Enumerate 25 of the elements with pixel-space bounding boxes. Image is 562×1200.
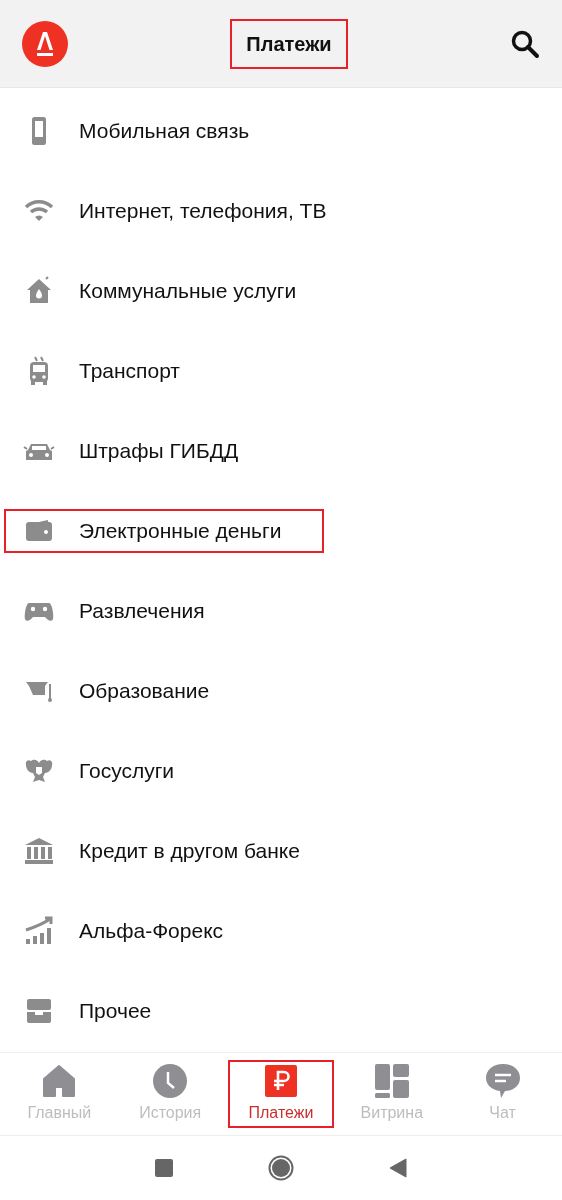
category-item[interactable]: Мобильная связь	[4, 109, 324, 153]
category-item[interactable]: Образование	[4, 669, 324, 713]
category-item[interactable]: Развлечения	[4, 589, 324, 633]
search-icon[interactable]	[510, 28, 540, 59]
bank-icon	[23, 835, 55, 867]
category-item[interactable]: Альфа-Форекс	[4, 909, 324, 953]
ruble-icon	[263, 1063, 299, 1099]
category-item[interactable]: Коммунальные услуги	[4, 269, 324, 313]
category-item[interactable]: Штрафы ГИБДД	[4, 429, 324, 473]
back-icon[interactable]	[389, 1158, 407, 1178]
tab-item[interactable]: Платежи	[228, 1060, 334, 1128]
page-title: Платежи	[230, 18, 348, 69]
category-item[interactable]: Интернет, телефония, ТВ	[4, 189, 324, 233]
logo-icon	[22, 20, 68, 67]
grid-icon	[373, 1063, 410, 1099]
home-icon	[41, 1063, 78, 1099]
home-icon[interactable]	[268, 1155, 294, 1181]
category-item[interactable]: Транспорт	[4, 349, 324, 393]
chat-bubble-icon	[484, 1063, 521, 1099]
clock-icon	[152, 1063, 189, 1099]
growth-chart-icon	[23, 915, 55, 947]
category-item[interactable]: Кредит в другом банке	[4, 829, 324, 873]
category-item[interactable]: Прочее	[4, 989, 324, 1033]
category-item[interactable]: Электронные деньги	[4, 509, 324, 553]
category-item[interactable]: Госуслуги	[4, 749, 324, 793]
